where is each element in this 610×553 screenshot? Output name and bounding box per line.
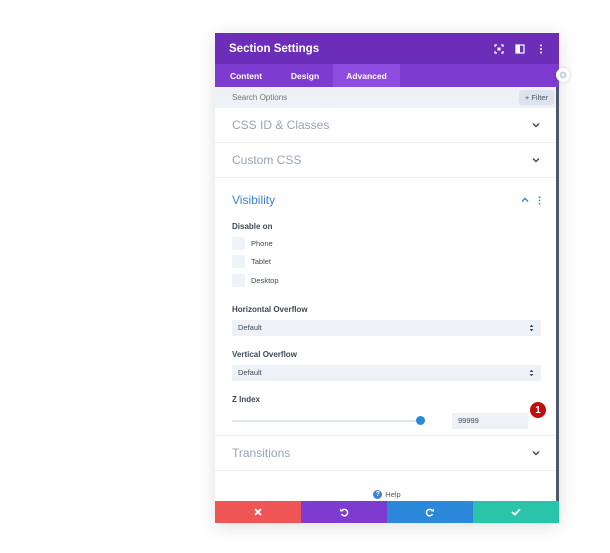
transitions-toggle[interactable]: Transitions xyxy=(215,436,559,471)
step-number-badge: 1 xyxy=(530,402,546,418)
more-options-icon[interactable] xyxy=(536,44,546,54)
custom-css-toggle[interactable]: Custom CSS xyxy=(215,143,559,178)
save-button[interactable] xyxy=(473,501,559,523)
redo-icon xyxy=(425,508,434,517)
vertical-overflow-value: Default xyxy=(238,368,262,377)
visibility-title: Visibility xyxy=(232,193,276,207)
modal-footer xyxy=(215,501,559,523)
modal-header: Section Settings xyxy=(215,33,559,64)
help-icon: ? xyxy=(373,489,383,499)
undo-icon xyxy=(340,508,349,517)
disable-phone-option: Phone xyxy=(232,234,541,253)
chevron-down-icon xyxy=(531,156,541,164)
help-link[interactable]: ? Help xyxy=(215,487,559,501)
redo-button[interactable] xyxy=(387,501,473,523)
close-icon xyxy=(254,508,262,516)
desktop-checkbox[interactable] xyxy=(232,273,245,287)
filter-button[interactable]: + Filter xyxy=(518,90,554,105)
horizontal-overflow-select[interactable]: Default xyxy=(232,319,541,337)
split-view-icon[interactable] xyxy=(515,43,525,54)
transitions-title: Transitions xyxy=(232,446,291,460)
select-arrows-icon xyxy=(529,319,534,337)
desktop-label: Desktop xyxy=(251,275,279,285)
disable-tablet-option: Tablet xyxy=(232,253,541,272)
tab-advanced[interactable]: Advanced xyxy=(333,64,400,87)
undo-button[interactable] xyxy=(301,501,387,523)
tab-content[interactable]: Content xyxy=(215,64,277,87)
custom-css-title: Custom CSS xyxy=(232,153,302,167)
tablet-label: Tablet xyxy=(251,257,272,267)
check-icon xyxy=(511,508,521,516)
chevron-down-icon xyxy=(531,449,541,457)
section-settings-modal: Section Settings Content Design Advanced… xyxy=(215,33,559,523)
phone-label: Phone xyxy=(251,238,273,248)
help-label: Help xyxy=(385,489,401,499)
section-menu-icon[interactable] xyxy=(538,195,541,205)
visibility-toggle[interactable]: Visibility xyxy=(232,178,541,222)
chevron-up-icon xyxy=(520,196,530,204)
css-id-classes-toggle[interactable]: CSS ID & Classes xyxy=(215,108,559,143)
search-options-input[interactable] xyxy=(232,93,519,102)
cancel-button[interactable] xyxy=(215,501,301,523)
tab-design[interactable]: Design xyxy=(277,64,333,87)
modal-title: Section Settings xyxy=(229,42,320,55)
tab-bar: Content Design Advanced xyxy=(215,64,559,87)
z-index-slider-handle[interactable] xyxy=(416,415,425,425)
z-index-label: Z Index xyxy=(232,394,261,404)
disable-desktop-option: Desktop xyxy=(232,271,541,290)
phone-checkbox[interactable] xyxy=(232,236,245,250)
z-index-input[interactable]: 99999 xyxy=(452,412,528,429)
chevron-down-icon xyxy=(531,121,541,129)
z-index-slider-track[interactable] xyxy=(232,415,425,425)
select-arrows-icon xyxy=(529,364,534,382)
disable-on-label: Disable on xyxy=(232,222,273,231)
css-id-classes-title: CSS ID & Classes xyxy=(232,118,330,132)
vertical-overflow-select[interactable]: Default xyxy=(232,364,541,382)
fullscreen-icon[interactable] xyxy=(494,43,504,54)
vertical-overflow-label: Vertical Overflow xyxy=(232,349,297,359)
search-bar: + Filter xyxy=(215,87,559,108)
z-index-control: 99999 xyxy=(232,412,541,430)
side-close-icon[interactable] xyxy=(556,68,570,82)
scrollbar[interactable] xyxy=(556,87,559,509)
visibility-section: Visibility Disable on Phone Tablet Deskt… xyxy=(215,178,559,436)
tablet-checkbox[interactable] xyxy=(232,255,245,269)
horizontal-overflow-value: Default xyxy=(238,323,262,332)
horizontal-overflow-label: Horizontal Overflow xyxy=(232,304,308,314)
